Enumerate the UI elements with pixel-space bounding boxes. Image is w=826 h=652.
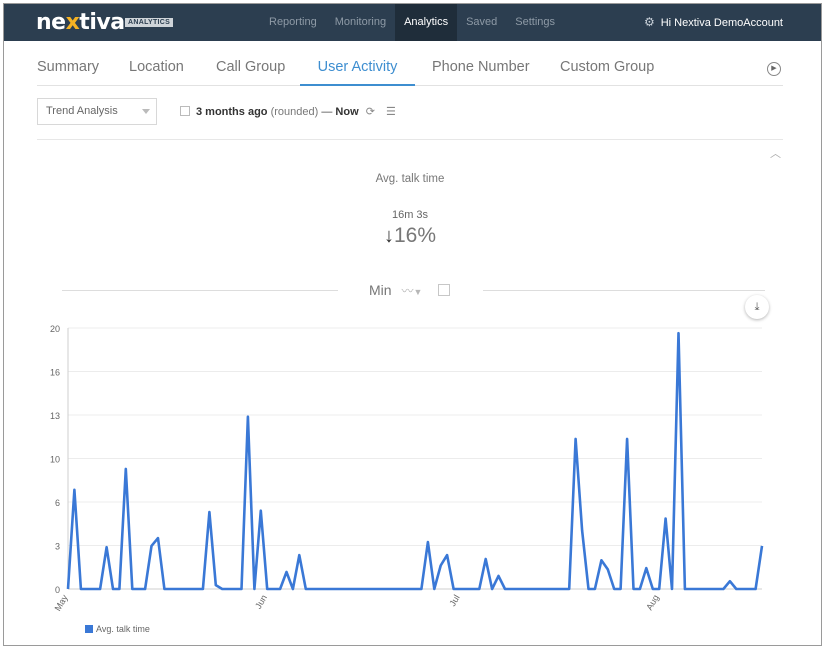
app-window: nextiva ANALYTICS Reporting Monitoring A… (3, 3, 822, 646)
tab-custom-group[interactable]: Custom Group (560, 48, 654, 86)
account-greeting: Hi Nextiva DemoAccount (660, 17, 783, 29)
y-tick-label: 3 (55, 542, 60, 552)
logo-text-part: tiva (79, 10, 125, 35)
chevron-down-icon (142, 109, 150, 114)
nav-settings[interactable]: Settings (506, 4, 564, 41)
tab-summary[interactable]: Summary (37, 48, 99, 86)
tab-call-group[interactable]: Call Group (216, 48, 285, 86)
chart-header: Min 〰▼ (369, 282, 451, 299)
chevron-up-icon[interactable]: ︿ (770, 145, 781, 161)
date-range[interactable]: 3 months ago (rounded) — Now ⟳ ☰ (180, 104, 396, 120)
refresh-icon[interactable]: ⟳ (366, 106, 375, 118)
y-tick-label: 16 (50, 368, 60, 378)
tab-location[interactable]: Location (129, 48, 184, 86)
range-end: Now (335, 106, 359, 118)
report-tabs: Summary Location Call Group User Activit… (37, 48, 783, 86)
metric-change-value: 16% (393, 224, 437, 247)
calendar-icon (180, 106, 190, 116)
x-tick-label: Jun (253, 593, 269, 611)
legend-label: Avg. talk time (96, 624, 150, 634)
nav-analytics[interactable]: Analytics (395, 4, 458, 41)
nav-monitoring[interactable]: Monitoring (326, 4, 395, 41)
logo-text-part: x (65, 10, 80, 35)
section-divider (37, 139, 783, 140)
metric-label: Avg. talk time (375, 173, 445, 185)
nextiva-logo[interactable]: nextiva (36, 10, 125, 36)
chart-legend[interactable]: Avg. talk time (85, 624, 150, 634)
trend-chart: 0 3 6 10 13 16 20 May Jun Jul Aug (50, 324, 764, 613)
range-separator: — (321, 106, 333, 118)
x-tick-label: Aug (644, 593, 661, 612)
gear-icon: ⚙ (643, 15, 655, 29)
chart-unit-title: Min (369, 282, 392, 298)
analytics-badge: ANALYTICS (125, 18, 174, 27)
chart-header-rule (62, 290, 338, 291)
tab-phone-number[interactable]: Phone Number (432, 48, 530, 86)
x-tick-label: Jul (447, 593, 461, 608)
arrow-down-icon: ↓ (383, 225, 394, 247)
chevron-down-icon[interactable]: ▼ (413, 287, 422, 297)
account-menu[interactable]: ⚙ Hi Nextiva DemoAccount (644, 4, 783, 42)
y-tick-label: 10 (50, 455, 60, 465)
chart-header-rule (483, 290, 765, 291)
range-note: (rounded) (270, 106, 319, 118)
logo-text-part: ne (36, 10, 66, 35)
metric-change: ↓16% (4, 224, 816, 248)
top-navigation-bar: nextiva ANALYTICS Reporting Monitoring A… (4, 4, 821, 41)
y-tick-label: 6 (55, 498, 60, 508)
y-tick-label: 20 (50, 324, 60, 334)
expand-icon[interactable] (438, 284, 451, 296)
legend-swatch (85, 625, 93, 633)
range-start: 3 months ago (196, 106, 268, 118)
top-nav: Reporting Monitoring Analytics Saved Set… (260, 4, 564, 41)
y-tick-label: 13 (50, 411, 60, 421)
nav-saved[interactable]: Saved (457, 4, 506, 41)
play-icon[interactable]: ▶ (767, 62, 781, 76)
view-select-value: Trend Analysis (46, 105, 118, 117)
download-icon: ⤓ (754, 301, 760, 313)
y-tick-label: 0 (55, 585, 60, 595)
x-tick-label: May (53, 593, 70, 613)
line-chart-icon[interactable]: 〰 (401, 284, 413, 298)
view-select[interactable]: Trend Analysis (37, 98, 157, 125)
tab-user-activity[interactable]: User Activity (300, 48, 415, 86)
metric-value: 16m 3s (391, 209, 429, 221)
filter-icon[interactable]: ☰ (386, 106, 396, 118)
nav-reporting[interactable]: Reporting (260, 4, 326, 41)
